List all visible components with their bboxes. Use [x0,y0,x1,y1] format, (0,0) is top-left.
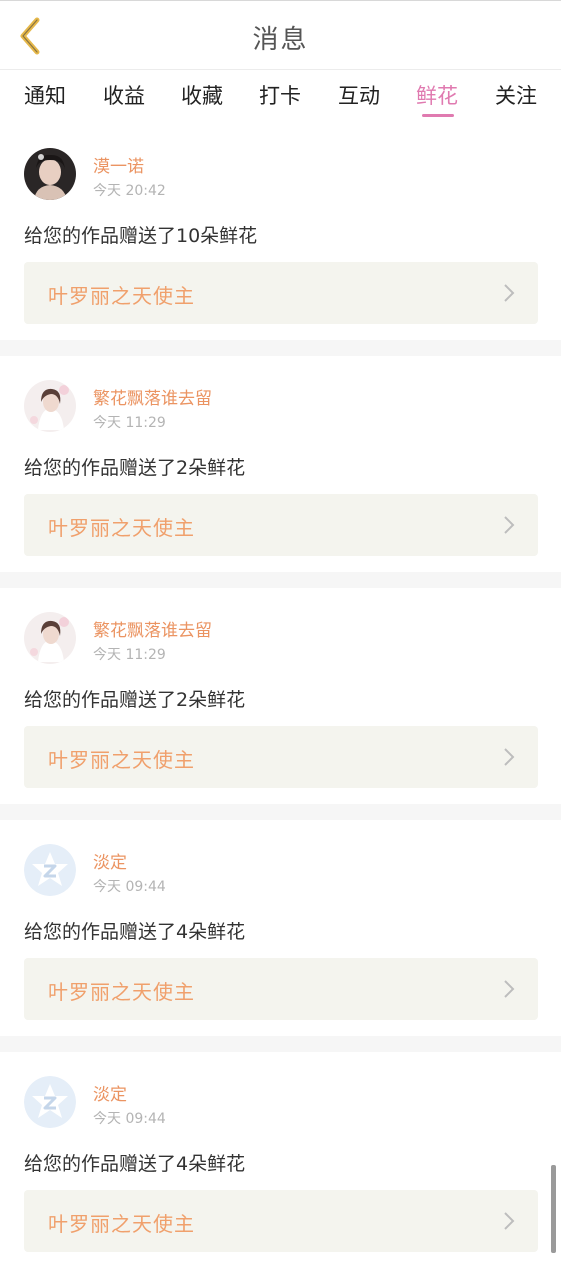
work-link[interactable]: 叶罗丽之天使主 [24,494,538,556]
sender-name[interactable]: 繁花飘落谁去留 [93,616,212,641]
message-text: 给您的作品赠送了10朵鲜花 [24,225,258,247]
tab-favorites[interactable]: 收藏 [172,80,232,110]
message-list: 漠一诺 今天 20:42 给您的作品赠送了10朵鲜花 叶罗丽之天使主 繁花飘落谁… [0,124,561,1268]
message-text: 给您的作品赠送了4朵鲜花 [24,1153,246,1175]
work-title: 叶罗丽之天使主 [48,1212,195,1236]
message-time: 今天 11:29 [93,415,166,431]
sender-name[interactable]: 漠一诺 [93,152,144,177]
list-item: 繁花飘落谁去留 今天 11:29 给您的作品赠送了2朵鲜花 叶罗丽之天使主 [0,588,561,804]
work-link[interactable]: 叶罗丽之天使主 [24,262,538,324]
scrollbar[interactable] [551,1165,556,1253]
chevron-right-icon [504,748,515,766]
tab-interaction[interactable]: 互动 [329,80,389,110]
sender-name[interactable]: 繁花飘落谁去留 [93,384,212,409]
work-link[interactable]: 叶罗丽之天使主 [24,726,538,788]
tab-following[interactable]: 关注 [486,80,546,110]
tab-earnings[interactable]: 收益 [94,80,154,110]
work-link[interactable]: 叶罗丽之天使主 [24,1190,538,1252]
list-item: 漠一诺 今天 20:42 给您的作品赠送了10朵鲜花 叶罗丽之天使主 [0,124,561,340]
message-text: 给您的作品赠送了2朵鲜花 [24,689,246,711]
list-item: 繁花飘落谁去留 今天 11:29 给您的作品赠送了2朵鲜花 叶罗丽之天使主 [0,356,561,572]
work-link[interactable]: 叶罗丽之天使主 [24,958,538,1020]
avatar[interactable] [24,844,76,896]
message-time: 今天 09:44 [93,1111,166,1127]
tab-checkin[interactable]: 打卡 [250,80,310,110]
divider [0,804,561,820]
message-text: 给您的作品赠送了2朵鲜花 [24,457,246,479]
message-time: 今天 11:29 [93,647,166,663]
divider [0,1036,561,1052]
message-time: 今天 20:42 [93,183,166,199]
divider [0,572,561,588]
message-time: 今天 09:44 [93,879,166,895]
page-title: 消息 [252,25,309,55]
top-bar: 消息 [0,0,561,70]
chevron-right-icon [504,980,515,998]
list-item: 淡定 今天 09:44 给您的作品赠送了4朵鲜花 叶罗丽之天使主 [0,1052,561,1268]
avatar[interactable] [24,1076,76,1128]
avatar[interactable] [24,380,76,432]
tab-notifications[interactable]: 通知 [15,80,75,110]
message-text: 给您的作品赠送了4朵鲜花 [24,921,246,943]
sender-name[interactable]: 淡定 [93,848,127,873]
list-item: 淡定 今天 09:44 给您的作品赠送了4朵鲜花 叶罗丽之天使主 [0,820,561,1036]
work-title: 叶罗丽之天使主 [48,748,195,772]
work-title: 叶罗丽之天使主 [48,980,195,1004]
tab-flowers[interactable]: 鲜花 [407,80,467,110]
avatar[interactable] [24,612,76,664]
tab-bar: 通知 收益 收藏 打卡 互动 鲜花 关注 [0,70,561,124]
work-title: 叶罗丽之天使主 [48,284,195,308]
avatar[interactable] [24,148,76,200]
work-title: 叶罗丽之天使主 [48,516,195,540]
active-tab-indicator [422,114,454,117]
divider [0,340,561,356]
chevron-right-icon [504,1212,515,1230]
chevron-right-icon [504,284,515,302]
sender-name[interactable]: 淡定 [93,1080,127,1105]
chevron-right-icon [504,516,515,534]
